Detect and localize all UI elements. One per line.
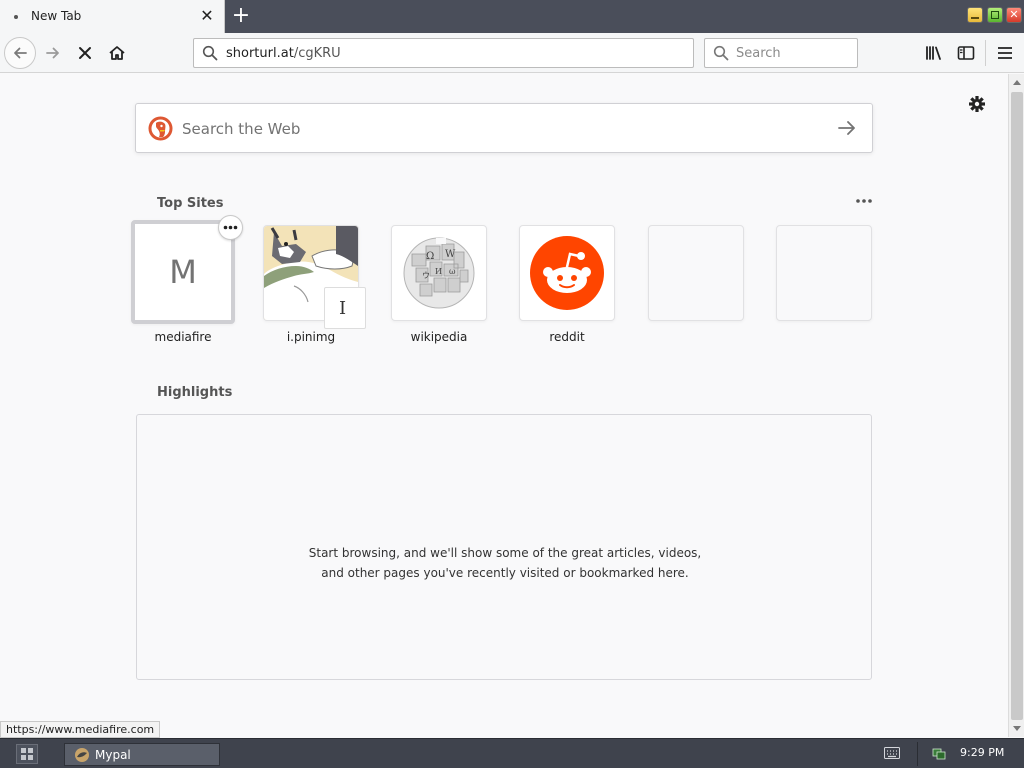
home-button[interactable] (101, 37, 133, 69)
web-search-box[interactable]: Search the Web (135, 103, 873, 153)
close-tab-icon[interactable]: ✕ (199, 7, 215, 25)
highlights-message: Start browsing, and we'll show some of t… (308, 546, 702, 580)
site-letter-icon: M (169, 253, 197, 291)
web-search-placeholder: Search the Web (182, 120, 301, 138)
library-icon (926, 46, 941, 60)
top-site-placeholder (648, 225, 744, 321)
network-icon[interactable] (932, 746, 946, 760)
site-label: reddit (549, 330, 585, 344)
search-icon (713, 45, 729, 61)
highlights-heading: Highlights (157, 385, 233, 400)
back-arrow-icon (14, 47, 27, 59)
top-sites-heading: Top Sites (157, 196, 224, 211)
sidebar-icon (957, 46, 975, 60)
svg-text:Ω: Ω (426, 251, 434, 262)
sidebar-button[interactable] (954, 41, 978, 65)
maximize-button[interactable] (987, 7, 1003, 23)
scroll-up-button[interactable] (1010, 75, 1024, 89)
arrow-right-icon[interactable] (836, 118, 858, 138)
search-placeholder: Search (736, 46, 781, 61)
site-label: wikipedia (410, 330, 468, 344)
forward-arrow-icon (46, 47, 59, 59)
grid-icon (21, 748, 33, 760)
highlights-empty-state: Start browsing, and we'll show some of t… (136, 414, 872, 680)
home-icon (109, 46, 125, 60)
site-context-menu-button[interactable] (218, 215, 243, 240)
vertical-scrollbar[interactable] (1008, 74, 1024, 737)
url-bar[interactable]: shorturl.at/cgKRU (193, 38, 694, 68)
menu-button[interactable] (993, 41, 1017, 65)
title-bar: New Tab ✕ + ✕ (0, 0, 1024, 33)
top-site-placeholder (776, 225, 872, 321)
keyboard-icon[interactable] (884, 747, 900, 759)
mypal-app-icon (75, 748, 89, 762)
top-site-tile[interactable] (519, 225, 615, 321)
svg-text:ウ: ウ (422, 271, 430, 280)
site-context-tile-overlay: I (324, 287, 366, 329)
site-label: i.pinimg (286, 330, 336, 344)
stop-button[interactable] (69, 37, 101, 69)
toolbar-separator (985, 40, 986, 66)
svg-text:ω: ω (449, 267, 456, 276)
tab-title: New Tab (31, 9, 82, 23)
chevron-up-icon (1013, 80, 1021, 85)
svg-text:W: W (445, 249, 456, 260)
forward-button[interactable] (37, 37, 69, 69)
back-button[interactable] (4, 37, 36, 69)
start-menu-button[interactable] (16, 744, 38, 764)
search-bar[interactable]: Search (704, 38, 858, 68)
url-host: shorturl.at (226, 46, 294, 61)
tab-new-tab[interactable]: New Tab ✕ (0, 0, 225, 33)
close-icon: ✕ (1009, 8, 1019, 21)
stop-icon (79, 47, 91, 59)
library-button[interactable] (922, 41, 946, 65)
more-dots-icon[interactable] (854, 194, 874, 208)
text-cursor-glyph: I (339, 298, 347, 319)
reddit-logo (530, 236, 604, 310)
new-tab-button[interactable]: + (230, 4, 252, 28)
scroll-thumb[interactable] (1011, 92, 1023, 720)
gear-icon[interactable] (966, 93, 988, 115)
status-link-preview: https://www.mediafire.com (0, 721, 161, 738)
taskbar: Mypal 9:29 PM (0, 738, 1024, 768)
more-dots-icon (223, 225, 238, 230)
top-site-tile[interactable]: Ω W И ω ウ (391, 225, 487, 321)
minimize-icon (968, 8, 982, 22)
hamburger-menu-icon (998, 47, 1012, 59)
tab-loading-icon (14, 15, 18, 19)
new-tab-page: Search the Web Top Sites M mediafire I i… (0, 74, 1008, 737)
wikipedia-globe-logo: Ω W И ω ウ (403, 237, 475, 309)
duckduckgo-logo (148, 116, 173, 141)
taskbar-clock: 9:29 PM (960, 746, 1005, 759)
site-label: mediafire (154, 330, 212, 344)
search-icon (202, 45, 218, 61)
scroll-down-button[interactable] (1010, 722, 1024, 736)
maximize-icon (988, 8, 1002, 22)
tray-divider (917, 742, 918, 766)
svg-text:И: И (435, 267, 442, 276)
close-window-button[interactable]: ✕ (1006, 7, 1022, 23)
navigation-toolbar: shorturl.at/cgKRU Search (0, 33, 1024, 73)
taskbar-item-label: Mypal (95, 748, 131, 762)
minimize-button[interactable] (967, 7, 983, 23)
chevron-down-icon (1013, 726, 1021, 731)
url-text: shorturl.at/cgKRU (226, 46, 341, 61)
url-path: /cgKRU (293, 46, 341, 61)
taskbar-item-mypal[interactable]: Mypal (64, 743, 220, 766)
